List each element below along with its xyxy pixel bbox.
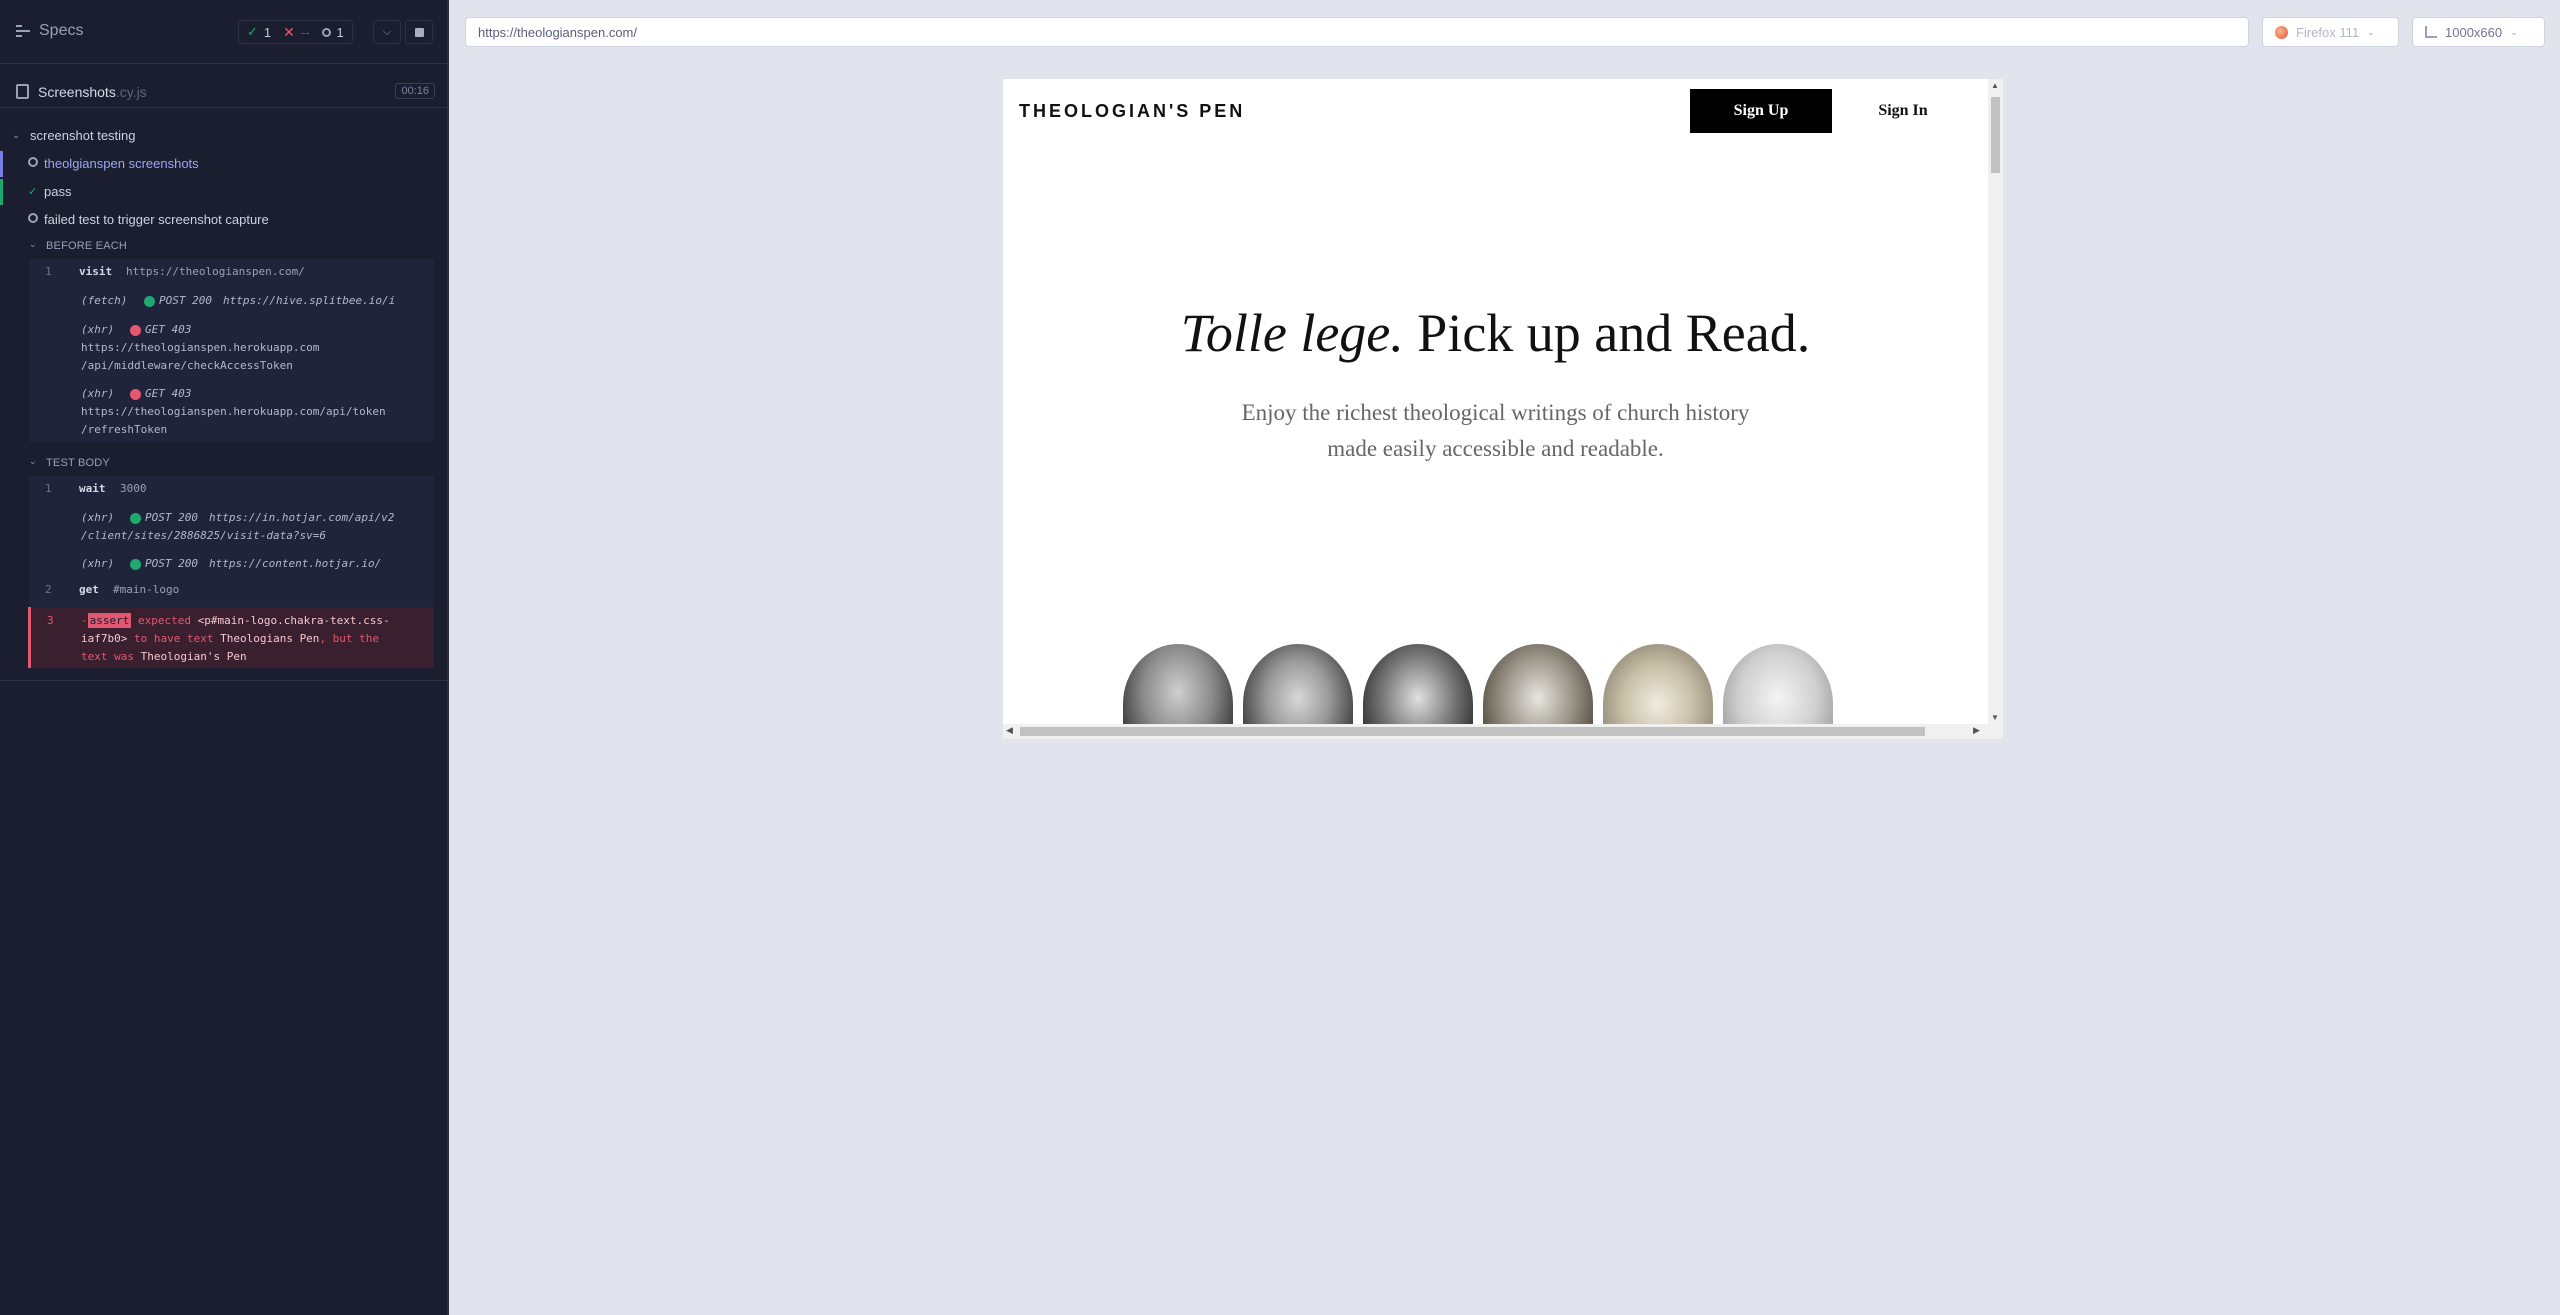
specs-label: Specs — [39, 22, 84, 39]
test-title: pass — [44, 184, 72, 199]
test-row-screenshots[interactable]: theolgianspen screenshots — [0, 151, 449, 177]
scroll-up-icon[interactable]: ▲ — [1991, 81, 1999, 90]
scroll-left-icon[interactable]: ◀ — [1006, 725, 1013, 736]
spec-file-row[interactable]: Screenshots.cy.js 00:16 — [0, 76, 449, 108]
subtitle-line: Enjoy the richest theological writings o… — [1241, 400, 1750, 425]
command-get[interactable]: 2 get #main-logo — [29, 581, 434, 599]
status-ok-icon — [130, 513, 141, 524]
command-wait[interactable]: 1 wait 3000 — [29, 480, 434, 498]
cross-icon: ✕ — [283, 23, 295, 40]
test-title: failed test to trigger screenshot captur… — [44, 212, 269, 227]
chevron-down-icon: ⌄ — [29, 456, 37, 466]
status-ok-icon — [144, 296, 155, 307]
assert-message: - assert expected <p#main-logo.chakra-tex… — [81, 613, 390, 663]
browser-selector[interactable]: Firefox 111 ⌄ — [2262, 17, 2399, 47]
scroll-down-icon[interactable]: ▼ — [1991, 713, 1999, 722]
chevron-down-icon: ⌄ — [12, 130, 21, 141]
check-icon: ✓ — [28, 186, 38, 198]
spec-file-name: Screenshots.cy.js — [38, 84, 147, 100]
chevron-down-icon: ⌄ — [2367, 26, 2375, 37]
chevron-down-icon: ⌵ — [382, 25, 392, 38]
site-navbar: THEOLOGIAN'S PEN Sign Up Sign In — [1003, 79, 1988, 139]
hero-subtitle: Enjoy the richest theological writings o… — [1003, 395, 1988, 467]
command-log-panel: Specs ✓ 1 ✕ -- 1 ⌵ Screenshots.cy.js 00:… — [0, 0, 449, 1315]
before-each-hook[interactable]: ⌄ BEFORE EACH — [29, 237, 449, 255]
assert-badge: assert — [87, 613, 132, 628]
failed-stat: ✕ -- — [283, 24, 309, 41]
firefox-icon — [2275, 25, 2288, 39]
passed-count: 1 — [263, 24, 272, 40]
vertical-scrollbar[interactable]: ▲ ▼ — [1988, 79, 2003, 724]
status-error-icon — [130, 389, 141, 400]
test-stats: ✓ 1 ✕ -- 1 — [238, 20, 353, 44]
scrollbar-thumb[interactable] — [1020, 727, 1925, 736]
url-input[interactable]: https://theologianspen.com/ — [465, 17, 2249, 47]
command-xhr-hotjar-visit[interactable]: (xhr) POST 200 https://in.hotjar.com/api… — [29, 509, 434, 545]
command-fetch[interactable]: (fetch) POST 200 https://hive.splitbee.i… — [29, 292, 434, 310]
command-assert-failed[interactable]: 3 - assert expected <p#main-logo.chakra-t… — [28, 607, 434, 668]
stop-button[interactable] — [405, 20, 433, 44]
collapse-button[interactable]: ⌵ — [373, 20, 401, 44]
hook-title: TEST BODY — [46, 457, 110, 469]
chevron-down-icon: ⌄ — [29, 239, 37, 249]
spec-duration: 00:16 — [395, 83, 435, 99]
site-logo[interactable]: THEOLOGIAN'S PEN — [1019, 101, 1245, 122]
test-row-failed-capture[interactable]: failed test to trigger screenshot captur… — [0, 207, 449, 233]
suite-title: screenshot testing — [30, 128, 136, 143]
test-body-hook[interactable]: ⌄ TEST BODY — [29, 454, 449, 472]
hero-rest: Pick up and Read. — [1403, 303, 1811, 363]
suite-row[interactable]: ⌄ screenshot testing — [0, 126, 449, 148]
passed-stat: ✓ 1 — [247, 24, 271, 40]
command-visit[interactable]: 1 visit https://theologianspen.com/ — [29, 263, 434, 281]
test-body-commands: 1 wait 3000 (xhr) POST 200 https://in.ho… — [28, 476, 434, 668]
pending-count: 1 — [336, 24, 344, 40]
status-error-icon — [130, 325, 141, 336]
divider — [0, 680, 449, 681]
reporter-header: Specs ✓ 1 ✕ -- 1 ⌵ — [0, 0, 447, 64]
command-xhr-check-access[interactable]: (xhr) GET 403 https://theologianspen.her… — [29, 321, 434, 375]
test-row-pass[interactable]: ✓ pass — [0, 179, 449, 205]
pending-icon — [28, 157, 38, 170]
hero-italic: Tolle lege. — [1180, 303, 1404, 363]
scrollbar-thumb[interactable] — [1991, 97, 2000, 173]
command-xhr-hotjar-content[interactable]: (xhr) POST 200 https://content.hotjar.io… — [29, 555, 434, 573]
status-ok-icon — [130, 559, 141, 570]
check-icon: ✓ — [247, 24, 258, 39]
failed-count: -- — [300, 24, 310, 40]
pending-icon — [28, 213, 38, 226]
stop-icon — [414, 27, 424, 37]
pending-icon — [321, 27, 331, 37]
chevron-down-icon: ⌄ — [2510, 26, 2518, 37]
hook-title: BEFORE EACH — [46, 240, 128, 252]
before-each-commands: 1 visit https://theologianspen.com/ (fet… — [29, 259, 434, 442]
test-title: theolgianspen screenshots — [44, 156, 199, 171]
viewport-selector[interactable]: 1000x660 ⌄ — [2412, 17, 2545, 47]
menu-icon — [16, 25, 30, 37]
viewport-icon — [2425, 26, 2437, 38]
horizontal-scrollbar[interactable]: ◀ ▶ — [1003, 724, 2003, 739]
command-xhr-refresh-token[interactable]: (xhr) GET 403 https://theologianspen.her… — [29, 385, 434, 439]
browser-label: Firefox 111 — [2296, 24, 2360, 40]
app-under-test-frame: THEOLOGIAN'S PEN Sign Up Sign In Tolle l… — [1003, 79, 2003, 739]
specs-button[interactable]: Specs — [16, 22, 83, 40]
sign-in-button[interactable]: Sign In — [1853, 89, 1953, 133]
theologian-portraits — [1123, 644, 1863, 739]
document-icon — [16, 84, 29, 99]
subtitle-line: made easily accessible and readable. — [1327, 436, 1664, 461]
sign-up-button[interactable]: Sign Up — [1690, 89, 1832, 133]
pending-stat: 1 — [321, 24, 344, 40]
scroll-right-icon[interactable]: ▶ — [1973, 725, 1980, 736]
viewport-label: 1000x660 — [2445, 24, 2503, 40]
hero-heading: Tolle lege. Pick up and Read. — [1003, 302, 1988, 364]
